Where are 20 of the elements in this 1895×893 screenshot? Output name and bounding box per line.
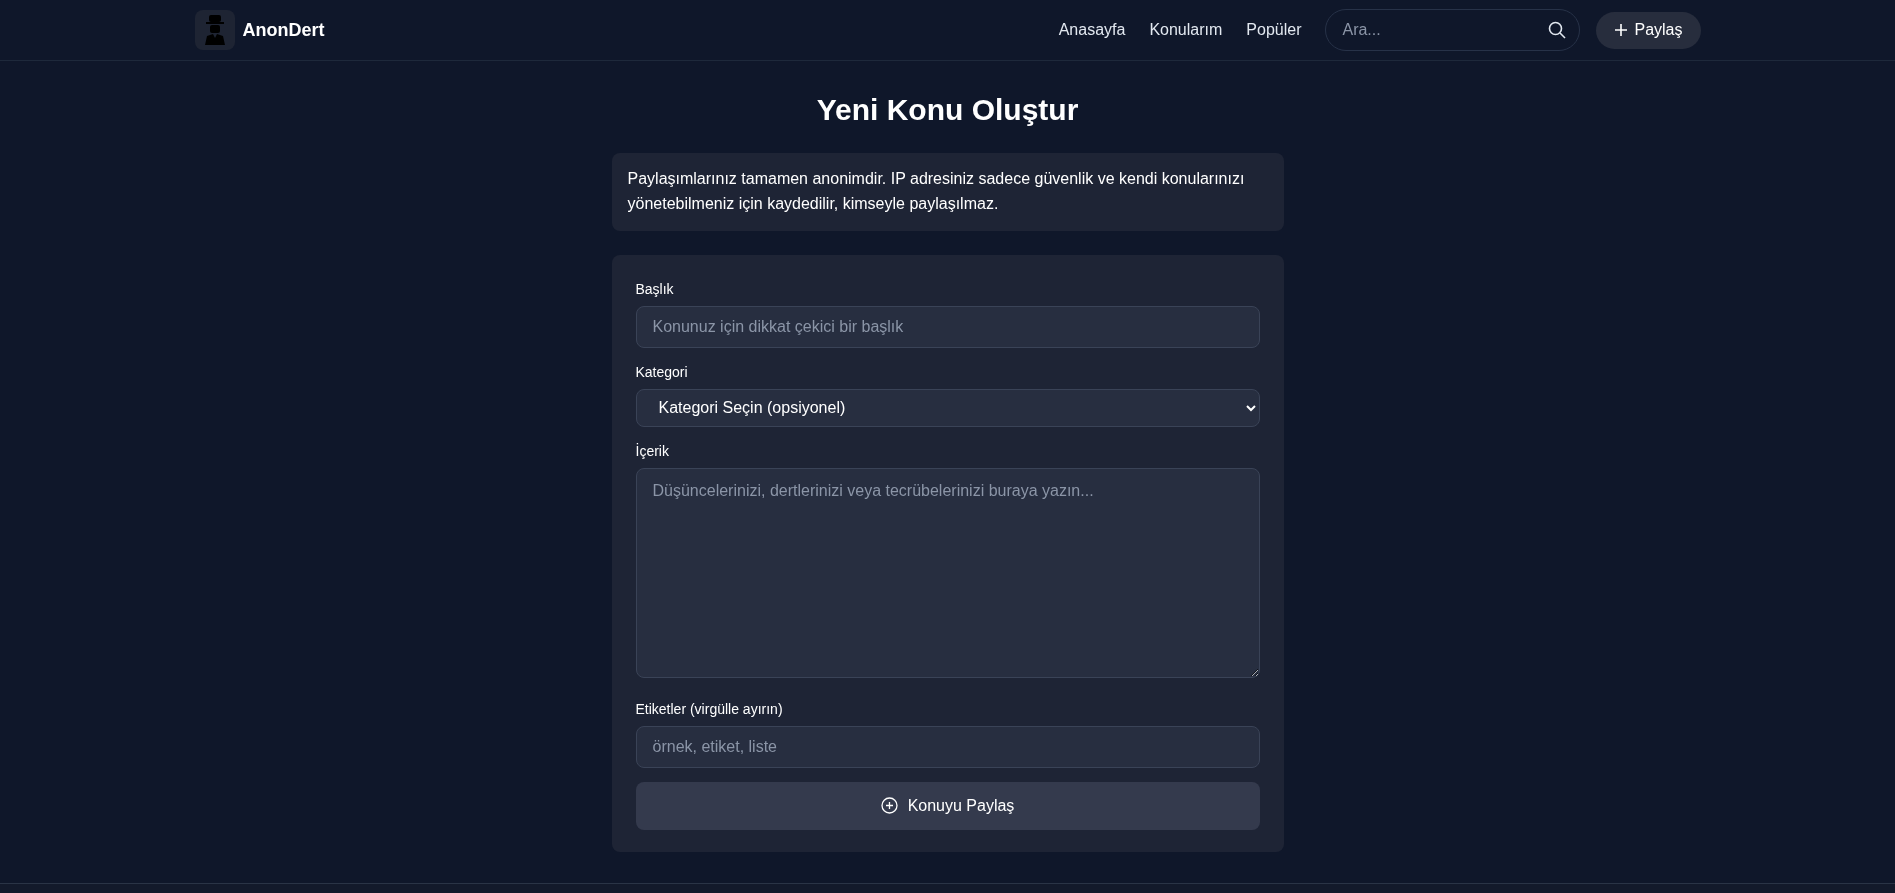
search-icon[interactable] [1548, 21, 1567, 39]
search-field[interactable]: Ara... [1325, 9, 1581, 51]
share-button[interactable]: Paylaş [1596, 11, 1701, 49]
privacy-notice: Paylaşımlarınız tamamen anonimdir. IP adresiniz sadece güvenlik ve kendi konularınızı yönetebilmeniz için kaydedilir, kimseyle paylaşılmaz. [611, 153, 1284, 231]
field-label: İçerik [635, 441, 670, 461]
plus-circle-icon [880, 797, 898, 815]
nav-link[interactable]: Popüler [1246, 18, 1302, 42]
nav-link[interactable]: Konularım [1149, 18, 1223, 42]
page-title: Yeni Konu Oluştur [815, 92, 1080, 128]
category-select[interactable]: Kategori Seçin (opsiyonel) [635, 388, 1260, 427]
field-label: Başlık [635, 279, 675, 299]
nav-link[interactable]: Anasayfa [1058, 18, 1126, 42]
input-field[interactable]: Konunuz için dikkat çekici bir başlık [635, 305, 1260, 348]
input-field[interactable]: örnek, etiket, liste [635, 725, 1260, 768]
submit-button[interactable]: Konuyu Paylaş [635, 781, 1260, 830]
brand-name[interactable]: AnonDert [242, 16, 325, 44]
text-area[interactable]: Düşüncelerinizi, dertlerinizi veya tecrübelerinizi buraya yazın... [635, 467, 1260, 678]
field-label: Kategori [635, 362, 689, 382]
plus-icon [1614, 23, 1629, 37]
field-label: Etiketler (virgülle ayırın) [635, 699, 784, 719]
